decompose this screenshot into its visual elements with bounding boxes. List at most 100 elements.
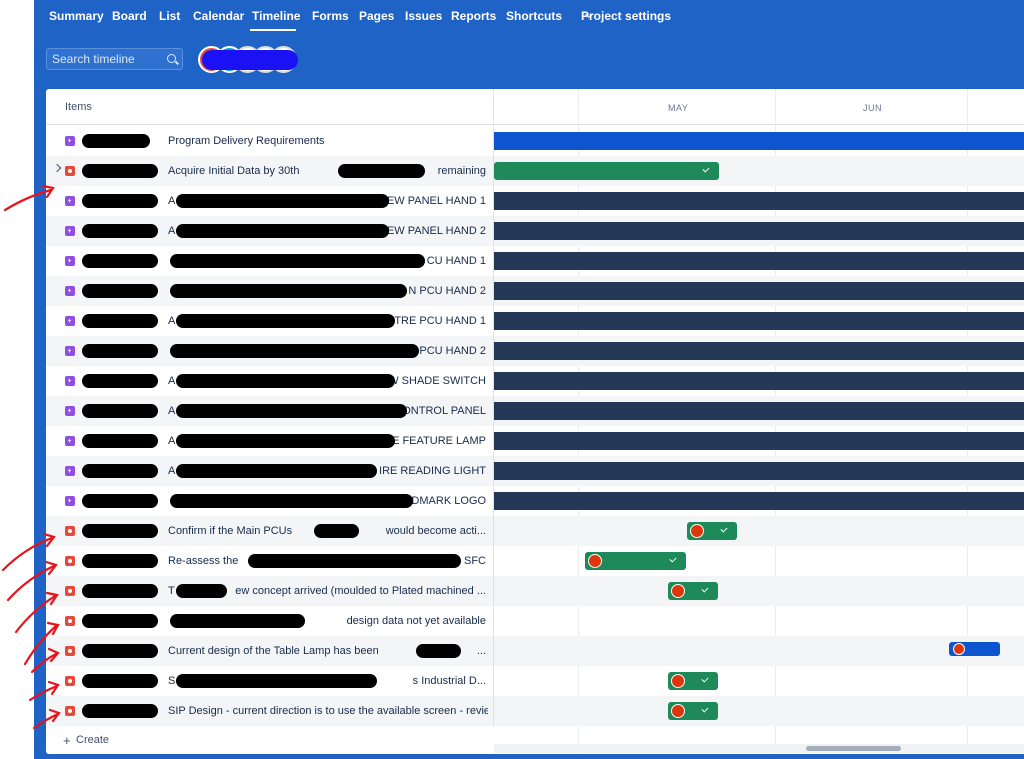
issue-summary-tail[interactable]: EDMARK LOGO [404,495,486,507]
table-row[interactable]: 8PCU HAND 2 [46,336,1024,366]
table-row[interactable]: Re-assess the SFC [46,546,1024,576]
table-row[interactable]: -6N PCU HAND 2 [46,276,1024,306]
table-row[interactable]: 6design data not yet available [46,606,1024,636]
row-item-cell[interactable]: 6design data not yet available [46,606,494,636]
create-button[interactable]: Create [76,734,109,746]
nav-item-reports[interactable]: Reports [451,9,496,23]
issue-summary-tail[interactable]: SFC [464,555,486,567]
issue-summary-tail[interactable]: s Industrial D... [413,675,486,687]
issue-summary[interactable]: Confirm if the Main PCUs [168,525,292,537]
row-item-cell[interactable]: -2Acquire Initial Data by 30thremaining [46,156,494,186]
nav-item-board[interactable]: Board [112,9,147,23]
nav-item-pages[interactable]: Pages [359,9,394,23]
timeline-bar-done[interactable] [494,162,719,180]
issue-summary-tail[interactable]: design data not yet available [347,615,486,627]
issue-summary[interactable]: Program Delivery Requirements [168,135,325,147]
timeline-bar[interactable] [494,342,1024,360]
issue-summary-tail[interactable]: CU HAND 1 [427,255,486,267]
table-row[interactable]: 7ATRE PCU HAND 1 [46,306,1024,336]
table-row[interactable]: A W SHADE SWITCH [46,366,1024,396]
table-row[interactable]: -2Acquire Initial Data by 30thremaining [46,156,1024,186]
timeline-bar-done[interactable] [668,672,718,690]
issue-summary[interactable]: A [168,375,175,387]
issue-summary-tail[interactable]: PCU HAND 2 [419,345,486,357]
timeline-bar[interactable] [494,252,1024,270]
issue-summary[interactable]: T [168,585,175,597]
table-row[interactable]: 0SIP Design - current direction is to us… [46,696,1024,726]
scrollbar-thumb[interactable] [806,746,901,751]
timeline-bar[interactable] [494,222,1024,240]
timeline-bar[interactable] [494,282,1024,300]
row-item-cell[interactable]: Tew concept arrived (moulded to Plated m… [46,576,494,606]
timeline-bar[interactable] [494,462,1024,480]
search-icon[interactable] [167,54,176,63]
issue-summary-tail[interactable]: ew concept arrived (moulded to Plated ma… [235,585,486,597]
issue-summary-tail[interactable]: remaining [438,165,486,177]
table-row[interactable]: 1Program Delivery Requirements [46,126,1024,156]
timeline-bar[interactable] [494,312,1024,330]
row-item-cell[interactable]: 8PCU HAND 2 [46,336,494,366]
nav-item-list[interactable]: List [159,9,180,23]
table-row[interactable]: 17Confirm if the Main PCUswould become a… [46,516,1024,546]
row-item-cell[interactable]: 2EDMARK LOGO [46,486,494,516]
issue-summary-tail[interactable]: E FEATURE LAMP [392,435,486,447]
row-item-cell[interactable]: 3AIRE READING LIGHT [46,456,494,486]
nav-item-issues[interactable]: Issues [405,9,442,23]
row-item-cell[interactable]: 4AEW PANEL HAND 2 [46,216,494,246]
row-item-cell[interactable]: -6N PCU HAND 2 [46,276,494,306]
issue-summary[interactable]: A [168,225,175,237]
nav-item-timeline[interactable]: Timeline [252,9,300,23]
issue-summary[interactable]: A [168,435,175,447]
issue-summary[interactable]: A [168,195,175,207]
row-item-cell[interactable]: 0SIP Design - current direction is to us… [46,696,494,726]
issue-summary-tail[interactable]: W SHADE SWITCH [388,375,486,387]
timeline-bar[interactable] [494,192,1024,210]
timeline-bar-done[interactable] [668,702,718,720]
issue-summary-tail[interactable]: would become acti... [386,525,486,537]
issue-summary[interactable]: SIP Design - current direction is to use… [168,705,488,717]
table-row[interactable]: 3Current design of the Table Lamp has be… [46,636,1024,666]
issue-summary[interactable]: S [168,675,175,687]
table-row[interactable]: 10AONTROL PANEL [46,396,1024,426]
issue-summary[interactable]: A [168,405,175,417]
row-item-cell[interactable]: 17Confirm if the Main PCUswould become a… [46,516,494,546]
timeline-bar[interactable] [494,432,1024,450]
plus-icon[interactable]: + [63,733,71,748]
table-row[interactable]: CU HAND 1 [46,246,1024,276]
table-row[interactable]: A E FEATURE LAMP [46,426,1024,456]
issue-summary[interactable]: Acquire Initial Data by 30th [168,165,299,177]
nav-item-summary[interactable]: Summary [49,9,104,23]
timeline-bar-done[interactable] [668,582,718,600]
table-row[interactable]: -3AEW PANEL HAND 1 [46,186,1024,216]
timeline-bar[interactable] [494,372,1024,390]
row-item-cell[interactable]: Re-assess the SFC [46,546,494,576]
search-timeline-box[interactable] [46,48,183,70]
nav-item-shortcuts[interactable]: Shortcuts [506,9,562,23]
issue-summary-tail[interactable]: EW PANEL HAND 2 [387,225,486,237]
issue-summary-tail[interactable]: TRE PCU HAND 1 [394,315,486,327]
table-row[interactable]: Ss Industrial D... [46,666,1024,696]
row-item-cell[interactable]: -3AEW PANEL HAND 1 [46,186,494,216]
table-row[interactable]: 4AEW PANEL HAND 2 [46,216,1024,246]
timeline-bar[interactable] [494,402,1024,420]
row-item-cell[interactable]: A W SHADE SWITCH [46,366,494,396]
issue-summary[interactable]: Current design of the Table Lamp has bee… [168,645,379,657]
nav-item-calendar[interactable]: Calendar [193,9,244,23]
table-row[interactable]: 2EDMARK LOGO [46,486,1024,516]
search-input[interactable] [47,49,165,69]
row-item-cell[interactable]: 7ATRE PCU HAND 1 [46,306,494,336]
row-item-cell[interactable]: A E FEATURE LAMP [46,426,494,456]
horizontal-scrollbar[interactable] [494,744,1024,753]
row-item-cell[interactable]: Ss Industrial D... [46,666,494,696]
issue-summary[interactable]: Re-assess the [168,555,238,567]
row-item-cell[interactable]: CU HAND 1 [46,246,494,276]
issue-summary-tail[interactable]: N PCU HAND 2 [408,285,486,297]
issue-summary[interactable]: A [168,315,175,327]
timeline-bar[interactable] [494,132,1024,150]
issue-summary-tail[interactable]: ONTROL PANEL [402,405,486,417]
nav-item-project-settings[interactable]: Project settings [581,9,671,23]
issue-summary[interactable]: A [168,465,175,477]
create-issue-row[interactable]: + Create [46,725,494,754]
row-item-cell[interactable]: 1Program Delivery Requirements [46,126,494,156]
table-row[interactable]: 3AIRE READING LIGHT [46,456,1024,486]
